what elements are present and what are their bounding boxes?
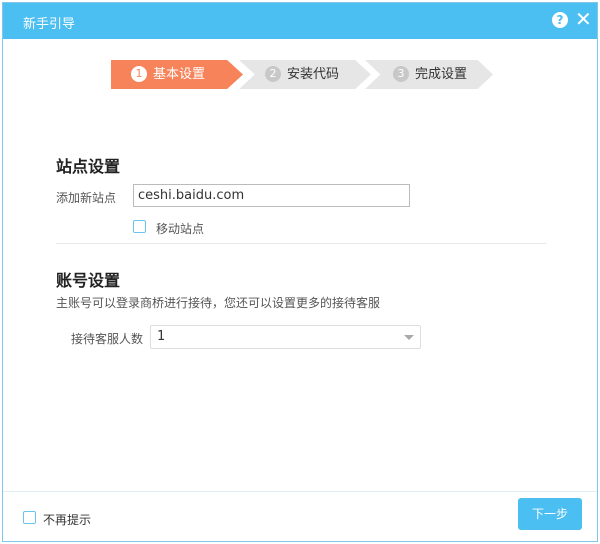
guide-dialog: 新手引导 ? ✕ 1 基本设置 2 安装代码 3 完成设置 站点设置 添加新站点 ce… [2,2,598,542]
account-description: 主账号可以登录商桥进行接待，您还可以设置更多的接待客服 [56,296,381,310]
account-settings-heading: 账号设置 [56,271,121,290]
no-remind-checkbox[interactable] [23,511,36,524]
agent-count-select[interactable]: 1 [150,325,421,349]
chevron-down-icon [404,335,414,340]
agent-count-label: 接待客服人数 [71,332,144,346]
step-label: 完成设置 [415,67,468,82]
no-remind-label: 不再提示 [43,513,92,527]
site-domain-input[interactable]: ceshi.baidu.com [133,184,410,207]
close-icon[interactable]: ✕ [575,8,592,30]
agent-count-value: 1 [157,329,166,344]
footer-divider [3,491,597,492]
site-settings-heading: 站点设置 [56,157,121,176]
mobile-site-label: 移动站点 [156,222,205,236]
step-label: 基本设置 [153,67,206,82]
divider [56,243,546,244]
next-button[interactable]: 下一步 [518,498,582,530]
add-site-label: 添加新站点 [56,191,117,205]
step-number: 1 [131,66,147,82]
step-basic-settings: 1 基本设置 [111,60,243,89]
step-number: 3 [393,66,409,82]
step-finish-settings: 3 完成设置 [365,60,493,89]
help-icon[interactable]: ? [552,12,568,28]
step-number: 2 [265,66,281,82]
dialog-header: 新手引导 ? ✕ [3,3,597,39]
mobile-site-checkbox[interactable] [133,220,146,233]
dialog-title: 新手引导 [23,17,76,32]
step-install-code: 2 安装代码 [239,60,371,89]
step-label: 安装代码 [287,67,340,82]
